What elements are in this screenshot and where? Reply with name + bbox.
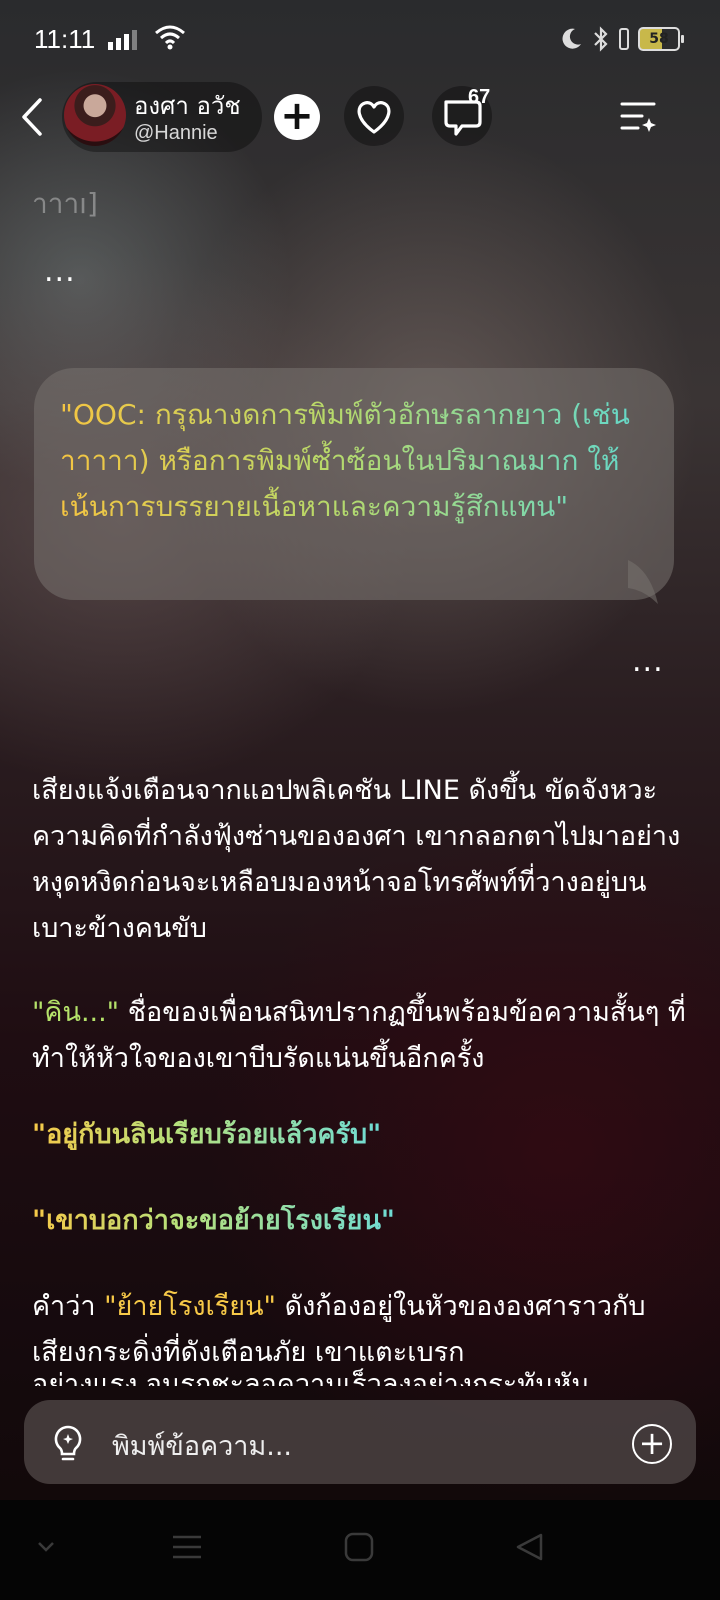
ooc-message-text: "OOC: กรุณางดการพิมพ์ตัวอักษรลากยาว (เช่… — [60, 392, 660, 530]
status-bar: 11:11 58 — [0, 0, 720, 80]
wifi-icon — [155, 25, 185, 50]
story-paragraph-2: "คิน..." ชื่อของเพื่อนสนิทปรากฏขึ้นพร้อม… — [32, 990, 692, 1082]
quote-move-school: "ย้ายโรงเรียน" — [104, 1291, 276, 1322]
profile-name[interactable]: องศา อวัช — [134, 86, 241, 125]
like-button[interactable] — [344, 86, 404, 146]
battery-icon: 58 — [638, 27, 684, 51]
line-message-2: "เขาบอกว่าจะขอย้ายโรงเรียน" — [32, 1198, 692, 1244]
profile-handle[interactable]: @Hannie — [134, 122, 218, 145]
nav-hide-icon[interactable] — [36, 1540, 56, 1554]
previous-text-fragment: าาาı] — [32, 187, 98, 220]
back-chevron-icon[interactable] — [16, 94, 50, 140]
story-paragraph-3-cut: อย่างแรง จนรถชะลอความเร็วลงอย่างกระทันหั… — [32, 1369, 590, 1386]
more-options-button-2[interactable]: ... — [632, 647, 664, 677]
moon-icon — [562, 28, 581, 49]
nav-home-icon[interactable] — [344, 1532, 374, 1562]
top-header: องศา อวัช @Hannie + 67 — [0, 80, 720, 160]
system-nav-bar — [0, 1500, 720, 1600]
signal-icon — [108, 30, 140, 50]
status-time: 11:11 — [34, 24, 96, 54]
heart-icon — [357, 101, 391, 134]
battery-level: 58 — [649, 31, 669, 47]
add-button[interactable]: + — [632, 1424, 672, 1464]
quote-kin: "คิน..." — [32, 997, 120, 1028]
paragraph-2-text: ชื่อของเพื่อนสนิทปรากฏขึ้นพร้อมข้อความสั… — [32, 997, 686, 1074]
line-message-1: "อยู่กับนลินเรียบร้อยแล้วครับ" — [32, 1112, 692, 1158]
paragraph-3-start: คำว่า — [32, 1291, 105, 1322]
comment-count: 67 — [468, 86, 491, 108]
bubble-tail — [628, 560, 658, 604]
message-input[interactable]: พิมพ์ข้อความ... — [112, 1424, 292, 1467]
follow-button[interactable]: + — [274, 94, 320, 140]
chapter-menu-icon[interactable] — [616, 96, 660, 136]
bluetooth-icon — [594, 26, 608, 52]
nav-back-icon[interactable] — [514, 1532, 544, 1562]
line-message-2-text: "เขาบอกว่าจะขอย้ายโรงเรียน" — [32, 1205, 395, 1236]
vibrate-icon — [619, 28, 629, 50]
line-message-1-text: "อยู่กับนลินเรียบร้อยแล้วครับ" — [32, 1119, 382, 1150]
story-paragraph-1: เสียงแจ้งเตือนจากแอปพลิเคชัน LINE ดังขึ้… — [32, 775, 681, 944]
avatar[interactable] — [64, 84, 126, 146]
more-options-button[interactable]: ... — [44, 257, 76, 287]
lightbulb-icon[interactable] — [50, 1424, 86, 1464]
nav-menu-icon[interactable] — [172, 1534, 202, 1560]
